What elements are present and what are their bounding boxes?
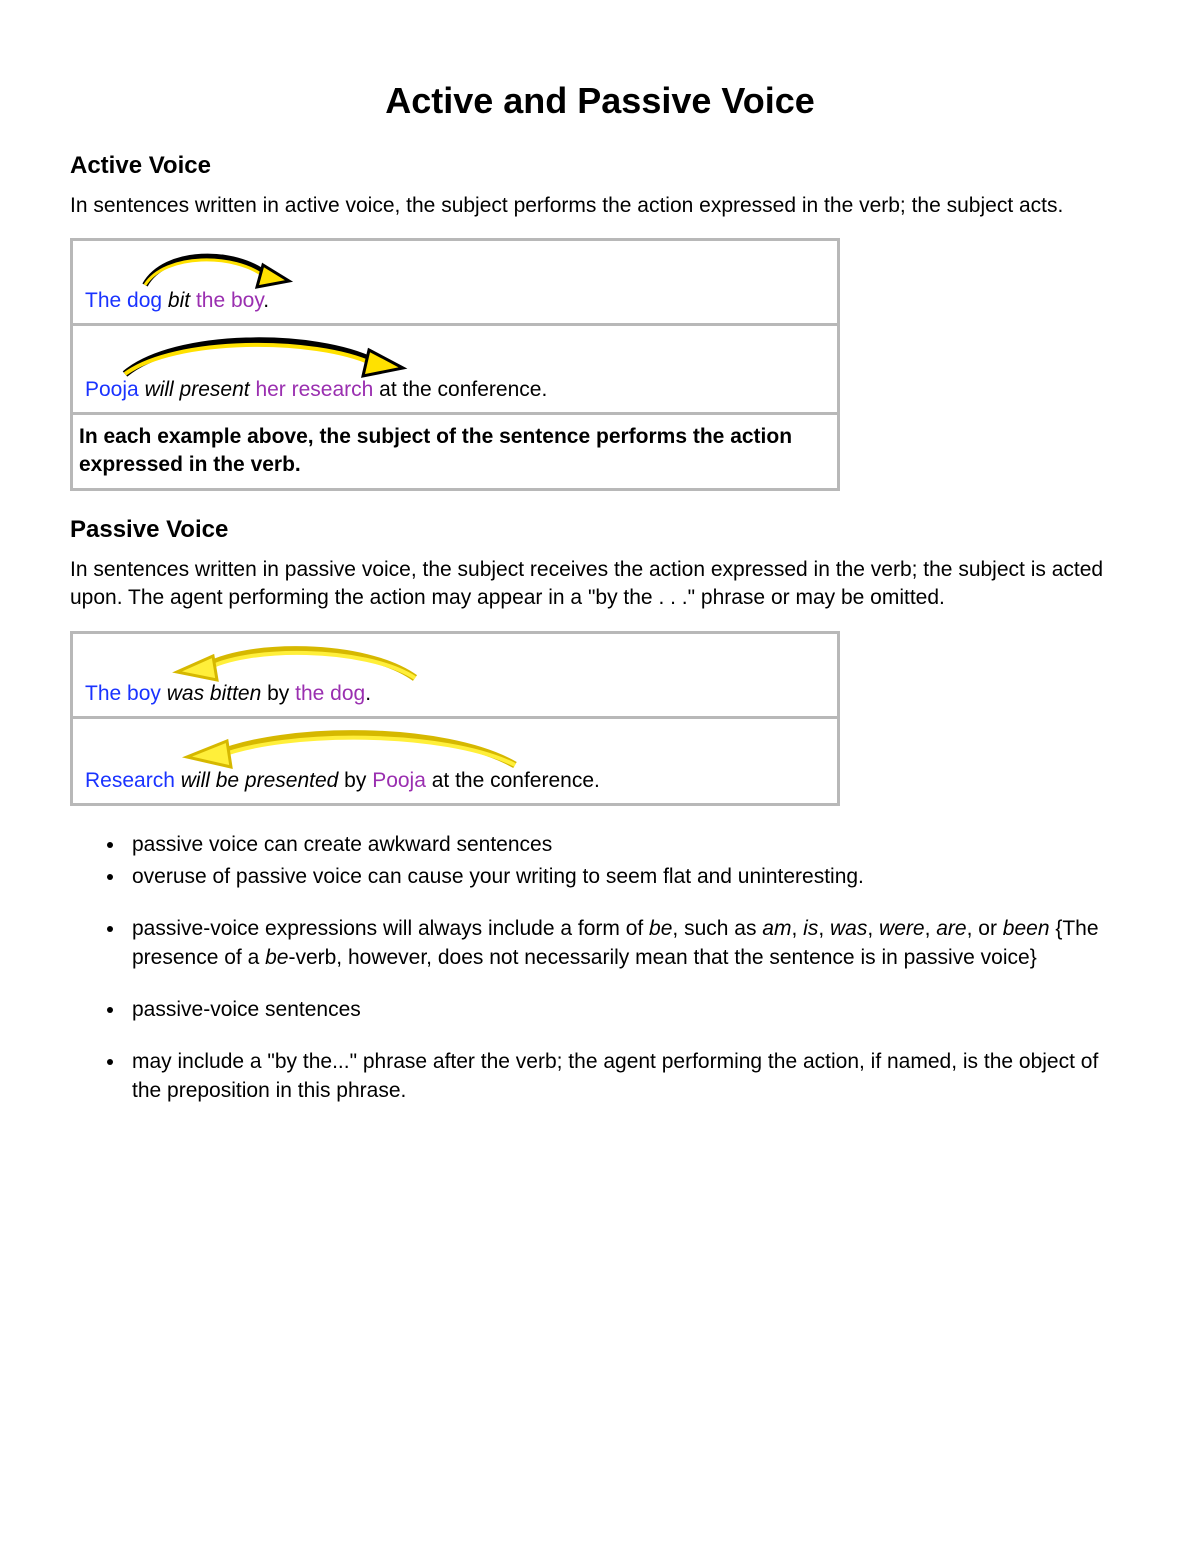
tail: . bbox=[365, 682, 371, 705]
passive-example-2: Research will be presented by Pooja at t… bbox=[73, 716, 837, 803]
active-intro: In sentences written in active voice, th… bbox=[70, 192, 1130, 220]
text-italic: be bbox=[649, 917, 672, 940]
by-word: by bbox=[261, 682, 295, 705]
passive-example-box: The boy was bitten by the dog. Research … bbox=[70, 631, 840, 806]
sentence: The boy was bitten by the dog. bbox=[85, 682, 825, 706]
text: , or bbox=[967, 917, 1003, 940]
text: , such as bbox=[672, 917, 762, 940]
by-word: by bbox=[338, 769, 372, 792]
tail: . bbox=[263, 289, 269, 312]
text: passive-voice expressions will always in… bbox=[132, 917, 649, 940]
notes-list: passive voice can create awkward sentenc… bbox=[70, 831, 1130, 1105]
text-italic: were bbox=[879, 917, 925, 940]
document-page: Active and Passive Voice Active Voice In… bbox=[0, 0, 1200, 1553]
subject: Research bbox=[85, 769, 175, 792]
arrow-left-icon bbox=[85, 725, 555, 769]
active-example-box: The dog bit the boy. Pooja will present … bbox=[70, 238, 840, 491]
text-italic: been bbox=[1003, 917, 1050, 940]
active-example-caption: In each example above, the subject of th… bbox=[73, 412, 837, 488]
subject: The dog bbox=[85, 289, 162, 312]
active-heading: Active Voice bbox=[70, 152, 1130, 180]
text: , bbox=[791, 917, 803, 940]
verb: was bitten bbox=[167, 682, 262, 705]
sentence: Research will be presented by Pooja at t… bbox=[85, 769, 825, 793]
passive-heading: Passive Voice bbox=[70, 516, 1130, 544]
tail: at the conference. bbox=[373, 378, 547, 401]
text: -verb, however, does not necessarily mea… bbox=[288, 946, 1036, 969]
tail: at the conference. bbox=[426, 769, 600, 792]
arrow-left-icon bbox=[85, 640, 465, 682]
object: the dog bbox=[295, 682, 365, 705]
list-item: overuse of passive voice can cause your … bbox=[126, 863, 1130, 891]
active-example-1: The dog bit the boy. bbox=[73, 241, 837, 323]
text: , bbox=[818, 917, 830, 940]
list-item: passive-voice sentences bbox=[126, 996, 1130, 1024]
object: Pooja bbox=[372, 769, 426, 792]
text-italic: was bbox=[830, 917, 867, 940]
arrow-right-icon bbox=[85, 247, 315, 289]
passive-example-1: The boy was bitten by the dog. bbox=[73, 634, 837, 716]
object: her research bbox=[255, 378, 373, 401]
text-italic: be bbox=[265, 946, 288, 969]
sentence: The dog bit the boy. bbox=[85, 289, 825, 313]
page-title: Active and Passive Voice bbox=[70, 80, 1130, 122]
active-example-2: Pooja will present her research at the c… bbox=[73, 323, 837, 412]
subject: The boy bbox=[85, 682, 161, 705]
text: , bbox=[867, 917, 879, 940]
subject: Pooja bbox=[85, 378, 139, 401]
list-item: may include a "by the..." phrase after t… bbox=[126, 1048, 1130, 1105]
object: the boy bbox=[196, 289, 263, 312]
list-item: passive-voice expressions will always in… bbox=[126, 915, 1130, 972]
text-italic: are bbox=[936, 917, 966, 940]
verb: will present bbox=[145, 378, 250, 401]
arrow-right-icon bbox=[85, 332, 425, 378]
verb: will be presented bbox=[181, 769, 339, 792]
list-item: passive voice can create awkward sentenc… bbox=[126, 831, 1130, 859]
passive-intro: In sentences written in passive voice, t… bbox=[70, 556, 1130, 613]
verb: bit bbox=[168, 289, 190, 312]
text: , bbox=[925, 917, 937, 940]
text-italic: am bbox=[762, 917, 791, 940]
text-italic: is bbox=[803, 917, 818, 940]
sentence: Pooja will present her research at the c… bbox=[85, 378, 825, 402]
